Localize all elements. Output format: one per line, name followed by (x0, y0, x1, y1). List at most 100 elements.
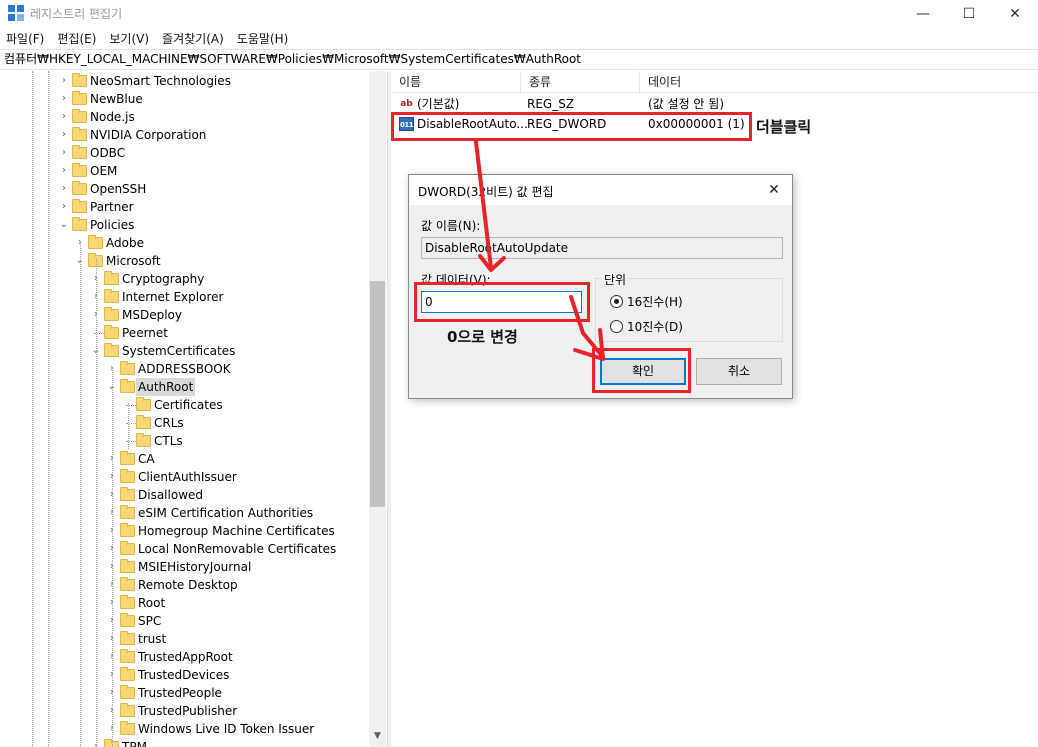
scroll-down-arrow-icon[interactable]: ▼ (369, 731, 386, 745)
menu-view[interactable]: 보기(V) (109, 30, 149, 47)
folder-icon (72, 163, 87, 177)
tree-item[interactable]: › Remote Desktop (0, 576, 369, 594)
expand-arrow-icon[interactable]: › (58, 90, 70, 108)
expand-arrow-icon[interactable]: › (58, 126, 70, 144)
folder-icon (120, 541, 135, 555)
menu-favorites[interactable]: 즐겨찾기(A) (162, 30, 224, 47)
tree-item[interactable]: › NVIDIA Corporation (0, 126, 369, 144)
tree-item[interactable]: › ODBC (0, 144, 369, 162)
expand-arrow-icon[interactable]: › (58, 108, 70, 126)
base-label: 단위 (602, 271, 629, 288)
tree-item[interactable]: › trust (0, 630, 369, 648)
tree-item[interactable]: › TrustedDevices (0, 666, 369, 684)
tree-item[interactable]: › Node.js (0, 108, 369, 126)
dialog-close-icon[interactable]: ✕ (764, 180, 784, 200)
value-name-label: 값 이름(N): (421, 219, 481, 233)
folder-icon (72, 199, 87, 213)
tree-item-label: NVIDIA Corporation (90, 128, 207, 142)
column-type[interactable]: 종류 (521, 71, 640, 93)
annotation-box-value-row (391, 112, 752, 141)
menu-file[interactable]: 파일(F) (6, 30, 44, 47)
cancel-button[interactable]: 취소 (696, 358, 782, 385)
close-button[interactable]: ✕ (992, 0, 1038, 27)
tree-item[interactable]: › NeoSmart Technologies (0, 72, 369, 90)
expand-arrow-icon[interactable]: › (58, 162, 70, 180)
tree-item[interactable]: › TrustedPublisher (0, 702, 369, 720)
tree-item-label: TrustedDevices (138, 668, 230, 682)
tree-scrollbar-thumb[interactable] (370, 281, 385, 507)
key-tree[interactable]: › NeoSmart Technologies › NewBlue › Node.js › N… (0, 71, 387, 747)
tree-item-label: Certificates (154, 398, 223, 412)
tree-item-label: ODBC (90, 146, 126, 160)
tree-item[interactable]: › SPC (0, 612, 369, 630)
tree-item[interactable]: › ClientAuthIssuer (0, 468, 369, 486)
tree-item[interactable]: ⌄ Policies (0, 216, 369, 234)
expand-arrow-icon[interactable]: › (58, 144, 70, 162)
folder-icon (120, 649, 135, 663)
folder-icon (72, 91, 87, 105)
menu-help[interactable]: 도움말(H) (237, 30, 289, 47)
dialog-title: DWORD(32비트) 값 편집 (418, 185, 554, 199)
tree-item[interactable]: › eSIM Certification Authorities (0, 504, 369, 522)
tree-item-label: ClientAuthIssuer (138, 470, 237, 484)
tree-item[interactable]: › Windows Live ID Token Issuer (0, 720, 369, 738)
tree-item[interactable]: Certificates (0, 396, 369, 414)
tree-item[interactable]: › TPM (0, 738, 369, 747)
tree-scrollbar[interactable]: ▼ (369, 71, 386, 747)
tree-item[interactable]: › OpenSSH (0, 180, 369, 198)
tree-item[interactable]: › TrustedPeople (0, 684, 369, 702)
minimize-button[interactable]: — (900, 0, 946, 27)
tree-item[interactable]: ⌄ SystemCertificates (0, 342, 369, 360)
tree-item[interactable]: › Cryptography (0, 270, 369, 288)
value-list: 이름 종류 데이터 ab (기본값) REG_SZ (값 설정 안 됨) 011… (391, 71, 1038, 747)
tree-item[interactable]: ⌄ Microsoft (0, 252, 369, 270)
tree-item[interactable]: › Local NonRemovable Certificates (0, 540, 369, 558)
address-bar[interactable]: 컴퓨터₩HKEY_LOCAL_MACHINE₩SOFTWARE₩Policies… (0, 49, 1038, 70)
tree-item-label: Node.js (90, 110, 135, 124)
tree-item[interactable]: CRLs (0, 414, 369, 432)
tree-item[interactable]: › Disallowed (0, 486, 369, 504)
tree-item-label: Remote Desktop (138, 578, 238, 592)
tree-item-label: SPC (138, 614, 162, 628)
column-name[interactable]: 이름 (391, 71, 521, 93)
tree-item[interactable]: › MSDeploy (0, 306, 369, 324)
expand-arrow-icon[interactable]: › (58, 198, 70, 216)
tree-item[interactable]: › NewBlue (0, 90, 369, 108)
radio-unselected-icon (610, 320, 623, 333)
menu-edit[interactable]: 편집(E) (57, 30, 96, 47)
value-row-default[interactable]: ab (기본값) REG_SZ (값 설정 안 됨) (391, 95, 1038, 113)
tree-guide-line (112, 367, 113, 747)
tree-item[interactable]: › Homegroup Machine Certificates (0, 522, 369, 540)
folder-icon (104, 343, 119, 357)
tree-item[interactable]: › CA (0, 450, 369, 468)
tree-item[interactable]: › Partner (0, 198, 369, 216)
folder-icon (104, 289, 119, 303)
collapse-arrow-icon[interactable]: ⌄ (58, 216, 70, 234)
tree-item[interactable]: › ADDRESSBOOK (0, 360, 369, 378)
tree-item-label: Cryptography (122, 272, 205, 286)
tree-guide-line (96, 259, 97, 747)
expand-arrow-icon[interactable]: › (58, 180, 70, 198)
tree-item[interactable]: › TrustedAppRoot (0, 648, 369, 666)
column-data[interactable]: 데이터 (640, 71, 1038, 93)
tree-item[interactable]: › OEM (0, 162, 369, 180)
list-header: 이름 종류 데이터 (391, 71, 1038, 93)
value-name-field: DisableRootAutoUpdate (421, 237, 783, 259)
tree-item[interactable]: Peernet (0, 324, 369, 342)
folder-icon (120, 613, 135, 627)
tree-item[interactable]: › Internet Explorer (0, 288, 369, 306)
tree-guide-line (80, 241, 81, 747)
tree-item-label: Peernet (122, 326, 168, 340)
tree-item-label: Internet Explorer (122, 290, 224, 304)
dialog-title-bar: DWORD(32비트) 값 편집 ✕ (409, 175, 792, 205)
tree-item-label: ADDRESSBOOK (138, 362, 231, 376)
tree-item[interactable]: › Root (0, 594, 369, 612)
expand-arrow-icon[interactable]: › (58, 72, 70, 90)
folder-icon (72, 181, 87, 195)
tree-item[interactable]: CTLs (0, 432, 369, 450)
maximize-button[interactable]: ☐ (946, 0, 992, 27)
folder-icon (120, 523, 135, 537)
tree-item[interactable]: › Adobe (0, 234, 369, 252)
tree-item[interactable]: ⌄ AuthRoot (0, 378, 369, 396)
tree-item[interactable]: › MSIEHistoryJournal (0, 558, 369, 576)
